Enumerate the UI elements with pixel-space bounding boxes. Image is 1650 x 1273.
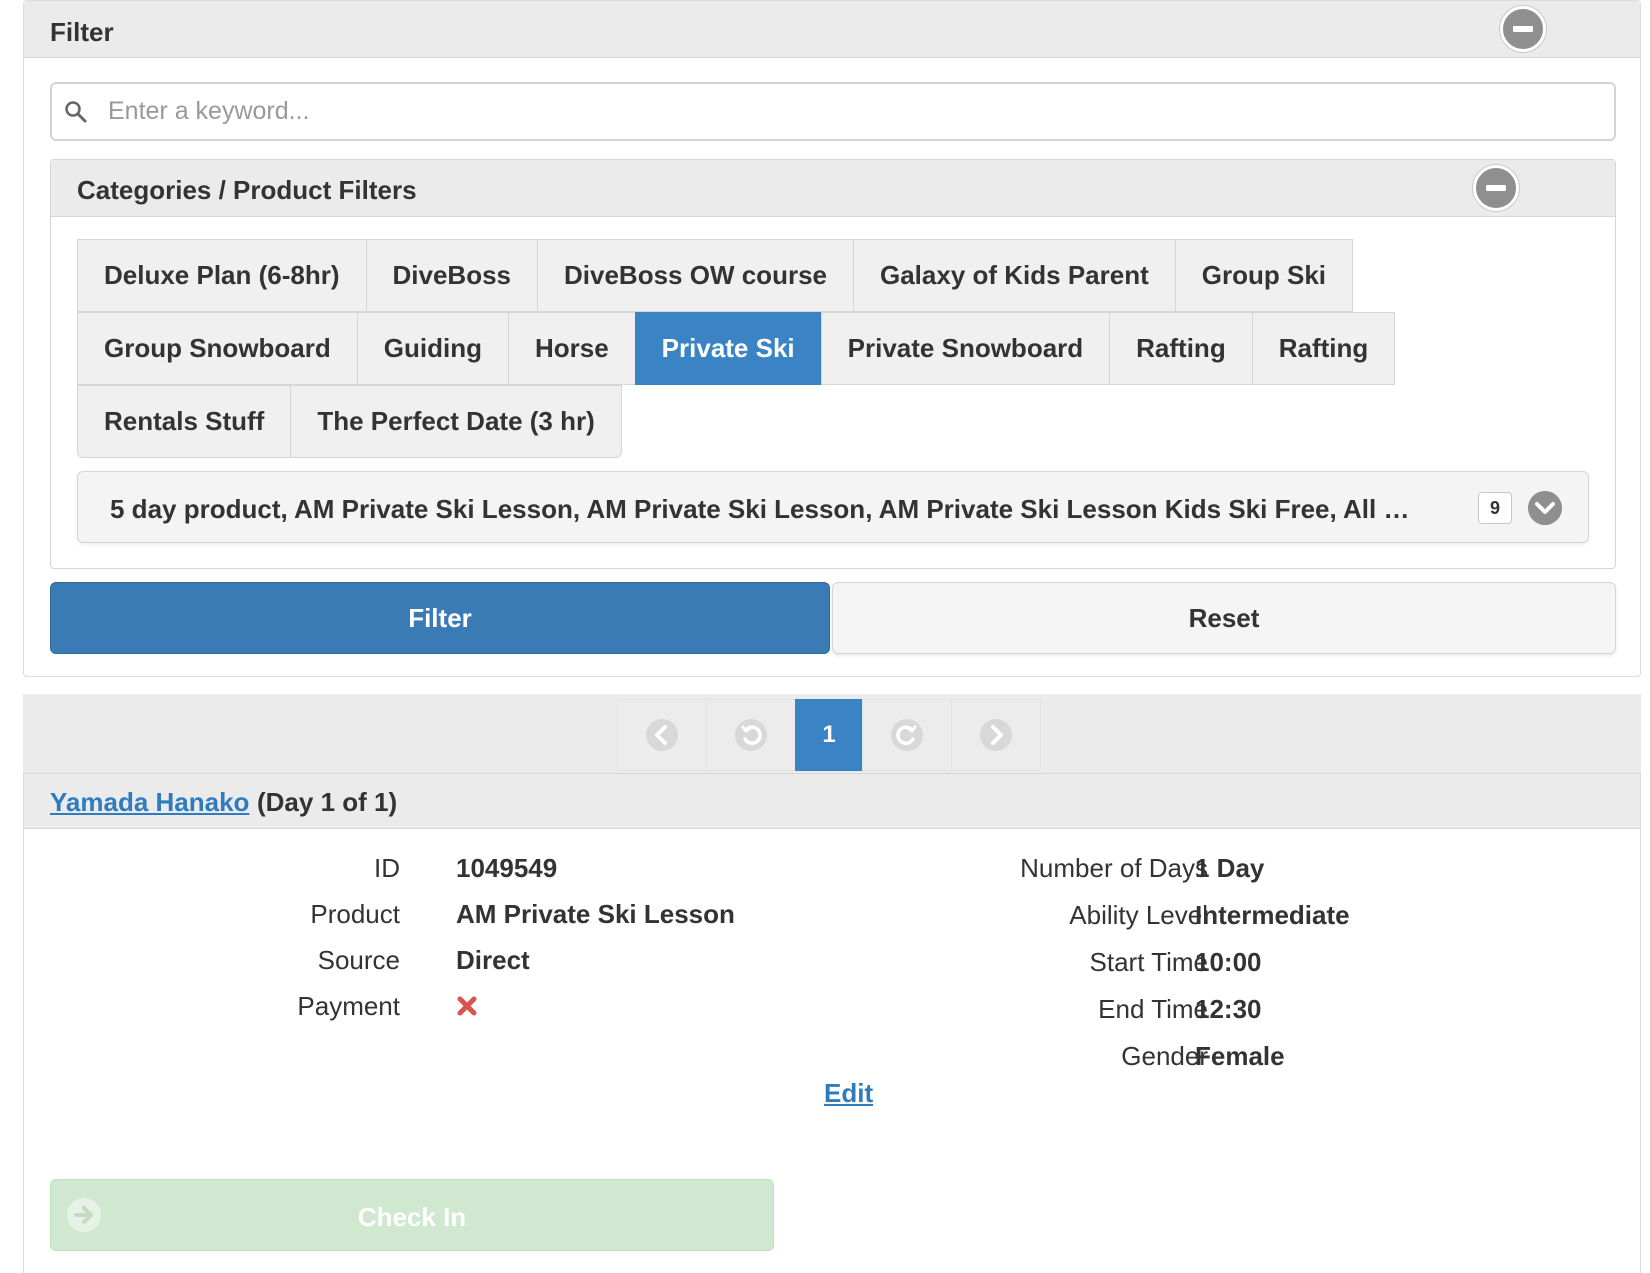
- end-time-value: 12:30: [1195, 994, 1262, 1024]
- category-tab[interactable]: DiveBoss: [365, 239, 539, 312]
- categories-panel: Categories / Product Filters Deluxe Plan…: [50, 159, 1616, 569]
- day-indicator: (Day 1 of 1): [257, 787, 398, 817]
- ability-level-value: Intermediate: [1195, 900, 1350, 930]
- filter-panel-header: Filter: [24, 1, 1640, 58]
- collapse-filter-icon[interactable]: [1500, 6, 1546, 52]
- category-tab[interactable]: Guiding: [356, 312, 509, 385]
- filter-panel-title: Filter: [50, 17, 114, 47]
- pagination: 1: [617, 699, 1041, 771]
- category-tab-row: Group Snowboard Guiding Horse Private Sk…: [77, 312, 1396, 385]
- category-tab[interactable]: The Perfect Date (3 hr): [290, 385, 622, 458]
- category-tab[interactable]: Deluxe Plan (6-8hr): [77, 239, 367, 312]
- number-of-days-label: Number of Days: [1020, 853, 1208, 883]
- selected-products-text: 5 day product, AM Private Ski Lesson, AM…: [110, 494, 1410, 524]
- category-tab[interactable]: Private Snowboard: [820, 312, 1111, 385]
- record-header: Yamada Hanako (Day 1 of 1): [24, 773, 1640, 829]
- category-tab-row: Deluxe Plan (6-8hr) DiveBoss DiveBoss OW…: [77, 239, 1354, 312]
- filter-button[interactable]: Filter: [50, 582, 830, 654]
- customer-name-link[interactable]: Yamada Hanako: [50, 787, 249, 818]
- collapse-categories-icon[interactable]: [1473, 165, 1519, 211]
- end-time-label: End Time: [1098, 994, 1208, 1024]
- number-of-days-value: 1 Day: [1195, 853, 1265, 883]
- undo-circle-icon: [735, 719, 767, 751]
- search-icon: [65, 101, 87, 123]
- search-input[interactable]: [108, 84, 1598, 139]
- category-tab[interactable]: Group Snowboard: [77, 312, 358, 385]
- categories-header: Categories / Product Filters: [51, 160, 1615, 217]
- category-tab[interactable]: Rafting: [1251, 312, 1396, 385]
- categories-title: Categories / Product Filters: [77, 175, 417, 205]
- booking-record-panel: Yamada Hanako (Day 1 of 1) ID 1049549 Pr…: [23, 773, 1641, 1273]
- id-value: 1049549: [456, 853, 558, 883]
- check-in-button[interactable]: Check In: [50, 1179, 774, 1251]
- start-time-value: 10:00: [1195, 947, 1262, 977]
- redo-circle-icon: [891, 719, 923, 751]
- ability-level-label: Ability Level: [1069, 900, 1208, 930]
- id-label: ID: [374, 853, 400, 883]
- filter-panel: Filter Categories / Product Filters Delu…: [23, 0, 1641, 677]
- start-time-label: Start Time: [1089, 947, 1208, 977]
- pagination-bar: 1: [23, 694, 1641, 773]
- x-mark-icon: [457, 996, 477, 1016]
- category-tab-active[interactable]: Private Ski: [634, 312, 822, 385]
- payment-label: Payment: [297, 991, 400, 1021]
- category-tab[interactable]: Rentals Stuff: [77, 385, 292, 458]
- product-label: Product: [310, 899, 400, 929]
- product-multiselect[interactable]: 5 day product, AM Private Ski Lesson, AM…: [77, 471, 1589, 543]
- previous-page-button[interactable]: [706, 699, 796, 771]
- product-value: AM Private Ski Lesson: [456, 899, 735, 929]
- category-tab-row: Rentals Stuff The Perfect Date (3 hr): [77, 385, 622, 458]
- next-page-button[interactable]: [862, 699, 952, 771]
- reset-button[interactable]: Reset: [832, 582, 1616, 654]
- search-box: [50, 82, 1616, 141]
- last-page-button[interactable]: [951, 699, 1041, 771]
- category-tab[interactable]: Horse: [507, 312, 636, 385]
- check-in-label: Check In: [357, 1202, 467, 1232]
- category-tab[interactable]: Group Ski: [1174, 239, 1354, 312]
- edit-link[interactable]: Edit: [824, 1078, 873, 1109]
- page-number-button[interactable]: 1: [795, 699, 863, 771]
- category-tab[interactable]: Galaxy of Kids Parent: [853, 239, 1176, 312]
- chevron-left-circle-icon: [646, 719, 678, 751]
- source-value: Direct: [456, 945, 530, 975]
- category-tab[interactable]: Rafting: [1109, 312, 1253, 385]
- source-label: Source: [317, 945, 400, 975]
- selected-count-badge: 9: [1478, 492, 1512, 524]
- category-tab[interactable]: DiveBoss OW course: [537, 239, 854, 312]
- gender-value: Female: [1195, 1041, 1285, 1071]
- first-page-button[interactable]: [617, 699, 707, 771]
- chevron-right-circle-icon: [980, 719, 1012, 751]
- chevron-down-icon[interactable]: [1528, 491, 1562, 525]
